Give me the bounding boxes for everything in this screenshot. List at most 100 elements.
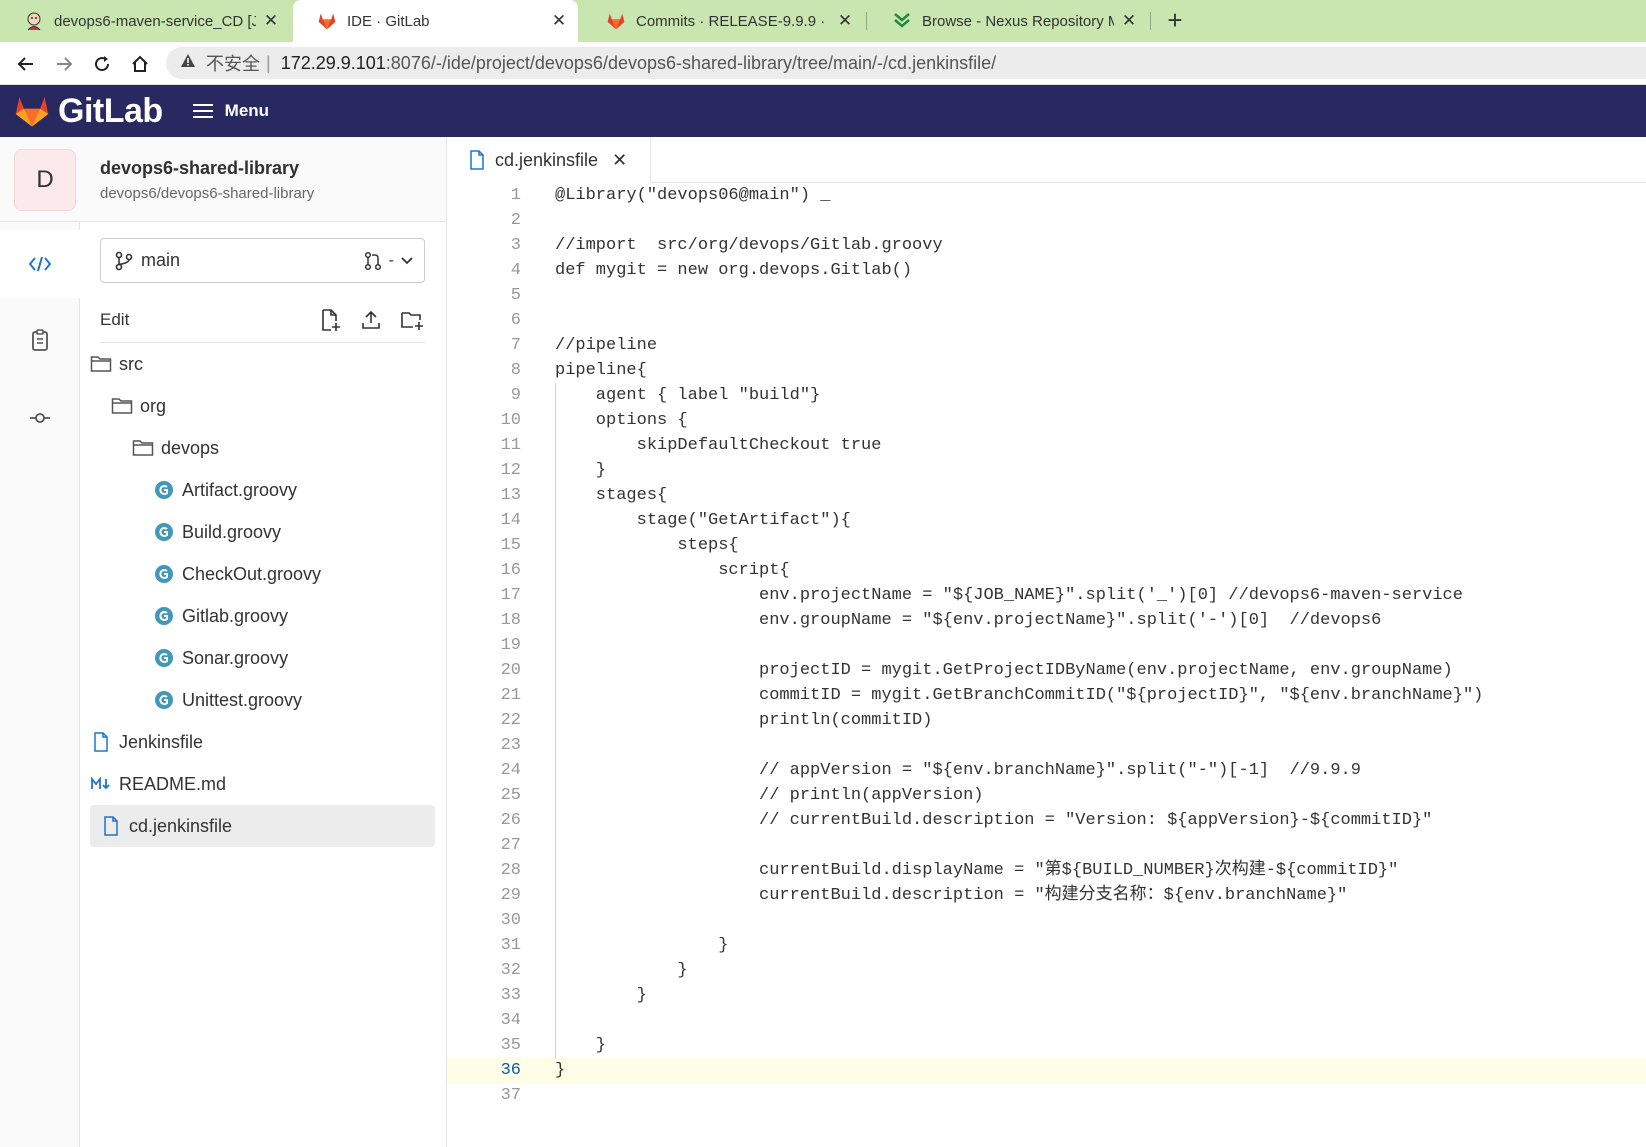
code-line[interactable]: 23	[447, 733, 1646, 758]
line-text: currentBuild.displayName = "第${BUILD_NUM…	[555, 861, 1399, 880]
code-line[interactable]: 2	[447, 208, 1646, 233]
code-line[interactable]: 1 @Library("devops06@main") _	[447, 183, 1646, 208]
tree-item-jenkinsfile[interactable]: Jenkinsfile	[90, 721, 435, 763]
code-line[interactable]: 16 script{	[447, 558, 1646, 583]
code-line[interactable]: 17 env.projectName = "${JOB_NAME}".split…	[447, 583, 1646, 608]
tree-item-label: cd.jenkinsfile	[129, 815, 233, 836]
browser-tab-gitlab-ide[interactable]: IDE · GitLab ✕	[293, 0, 578, 42]
branch-name: main	[141, 250, 181, 270]
code-line[interactable]: 29 currentBuild.description = "构建分支名称：${…	[447, 883, 1646, 908]
code-line[interactable]: 3 //import src/org/devops/Gitlab.groovy	[447, 233, 1646, 258]
line-number: 34	[500, 1011, 521, 1030]
browser-tab-jenkins[interactable]: devops6-maven-service_CD [Je ✕	[0, 0, 290, 42]
code-line[interactable]: 7 //pipeline	[447, 333, 1646, 358]
tab-close-icon[interactable]: ✕	[836, 11, 854, 31]
code-line[interactable]: 32 }	[447, 958, 1646, 983]
commit-mode-button[interactable]	[0, 388, 80, 448]
code-editor[interactable]: 1 @Library("devops06@main") _ 2 3//import s…	[447, 183, 1646, 1147]
line-number: 23	[500, 736, 521, 755]
line-text: // currentBuild.description = "Version: …	[555, 811, 1433, 830]
line-number: 32	[500, 961, 521, 980]
new-folder-icon	[401, 312, 423, 330]
review-mode-button[interactable]	[0, 310, 80, 370]
branch-selector[interactable]: main -	[100, 238, 425, 283]
tree-item-build-groovy[interactable]: Build.groovy	[90, 511, 435, 553]
project-name[interactable]: devops6-shared-library	[100, 158, 299, 179]
code-line[interactable]: 15 steps{	[447, 533, 1646, 558]
code-line[interactable]: 22 println(commitID)	[447, 708, 1646, 733]
code-line[interactable]: 24 // appVersion = "${env.branchName}".s…	[447, 758, 1646, 783]
tab-separator	[1150, 12, 1151, 30]
hamburger-icon	[192, 104, 213, 118]
home-button[interactable]	[126, 50, 154, 78]
code-line[interactable]: 19	[447, 633, 1646, 658]
browser-tab-nexus[interactable]: Browse - Nexus Repository Ma ✕	[868, 0, 1148, 42]
tab-close-icon[interactable]: ✕	[262, 11, 280, 31]
code-line[interactable]: 13 stages{	[447, 483, 1646, 508]
code-line[interactable]: 37	[447, 1083, 1646, 1108]
line-number: 22	[500, 711, 521, 730]
code-line[interactable]: 30	[447, 908, 1646, 933]
line-number: 6	[510, 311, 521, 330]
tree-item-artifact-groovy[interactable]: Artifact.groovy	[90, 469, 435, 511]
code-line[interactable]: 8 pipeline{	[447, 358, 1646, 383]
gitlab-logo[interactable]: GitLab	[14, 92, 163, 131]
ide-activity-bar	[0, 222, 80, 1147]
tree-item-unittest-groovy[interactable]: Unittest.groovy	[90, 679, 435, 721]
tree-item-checkout-groovy[interactable]: CheckOut.groovy	[90, 553, 435, 595]
tree-item-readme[interactable]: README.md	[90, 763, 435, 805]
folder-icon	[111, 395, 133, 417]
code-line[interactable]: 6	[447, 308, 1646, 333]
code-line[interactable]: 28 currentBuild.displayName = "第${BUILD_…	[447, 858, 1646, 883]
tree-item-org[interactable]: org	[90, 385, 435, 427]
url-input[interactable]: 不安全 | 172.29.9.101 :8076/-/ide/project/d…	[166, 47, 1646, 79]
code-line[interactable]: 14 stage("GetArtifact"){	[447, 508, 1646, 533]
merge-request-selector[interactable]: -	[363, 251, 414, 271]
new-tab-button[interactable]: +	[1160, 6, 1190, 36]
code-line[interactable]: 21 commitID = mygit.GetBranchCommitID("$…	[447, 683, 1646, 708]
tree-item-cd-jenkinsfile[interactable]: cd.jenkinsfile	[90, 805, 435, 847]
menu-button[interactable]: Menu	[192, 101, 269, 121]
tree-item-devops[interactable]: devops	[90, 427, 435, 469]
code-line[interactable]: 12 }	[447, 458, 1646, 483]
upload-file-button[interactable]	[358, 307, 384, 333]
line-number: 4	[510, 261, 521, 280]
new-directory-button[interactable]	[399, 307, 425, 333]
code-line[interactable]: 35 }	[447, 1033, 1646, 1058]
code-line[interactable]: 18 env.groupName = "${env.projectName}".…	[447, 608, 1646, 633]
code-line[interactable]: 34	[447, 1008, 1646, 1033]
tree-header: Edit	[100, 298, 425, 343]
groovy-file-icon	[153, 647, 175, 669]
code-line[interactable]: 10 options {	[447, 408, 1646, 433]
new-file-button[interactable]	[317, 307, 343, 333]
tree-item-gitlab-groovy[interactable]: Gitlab.groovy	[90, 595, 435, 637]
groovy-file-icon	[153, 563, 175, 585]
project-header: D devops6-shared-library devops6/devops6…	[0, 137, 447, 222]
editor-tab-cd-jenkinsfile[interactable]: cd.jenkinsfile ✕	[447, 137, 651, 183]
line-text: }	[555, 936, 729, 955]
code-line[interactable]: 11 skipDefaultCheckout true	[447, 433, 1646, 458]
tab-close-icon[interactable]: ✕	[550, 11, 568, 31]
close-icon[interactable]: ✕	[612, 150, 627, 171]
forward-button[interactable]	[50, 50, 78, 78]
line-number: 30	[500, 911, 521, 930]
project-avatar[interactable]: D	[14, 149, 76, 211]
reload-button[interactable]	[88, 50, 116, 78]
tree-item-sonar-groovy[interactable]: Sonar.groovy	[90, 637, 435, 679]
code-line[interactable]: 9 agent { label "build"}	[447, 383, 1646, 408]
code-line[interactable]: 27	[447, 833, 1646, 858]
tab-close-icon[interactable]: ✕	[1120, 11, 1138, 31]
tab-title: devops6-maven-service_CD [Je	[54, 12, 256, 30]
code-line[interactable]: 31 }	[447, 933, 1646, 958]
tree-item-src[interactable]: src	[90, 343, 435, 385]
back-button[interactable]	[12, 50, 40, 78]
code-line[interactable]: 33 }	[447, 983, 1646, 1008]
code-line[interactable]: 36}	[447, 1058, 1646, 1083]
code-line[interactable]: 5	[447, 283, 1646, 308]
code-line[interactable]: 20 projectID = mygit.GetProjectIDByName(…	[447, 658, 1646, 683]
code-line[interactable]: 4 def mygit = new org.devops.Gitlab()	[447, 258, 1646, 283]
browser-tab-commits[interactable]: Commits · RELEASE-9.9.9 · dev ✕	[582, 0, 864, 42]
code-line[interactable]: 25 // println(appVersion)	[447, 783, 1646, 808]
code-line[interactable]: 26 // currentBuild.description = "Versio…	[447, 808, 1646, 833]
edit-mode-button[interactable]	[0, 230, 80, 298]
